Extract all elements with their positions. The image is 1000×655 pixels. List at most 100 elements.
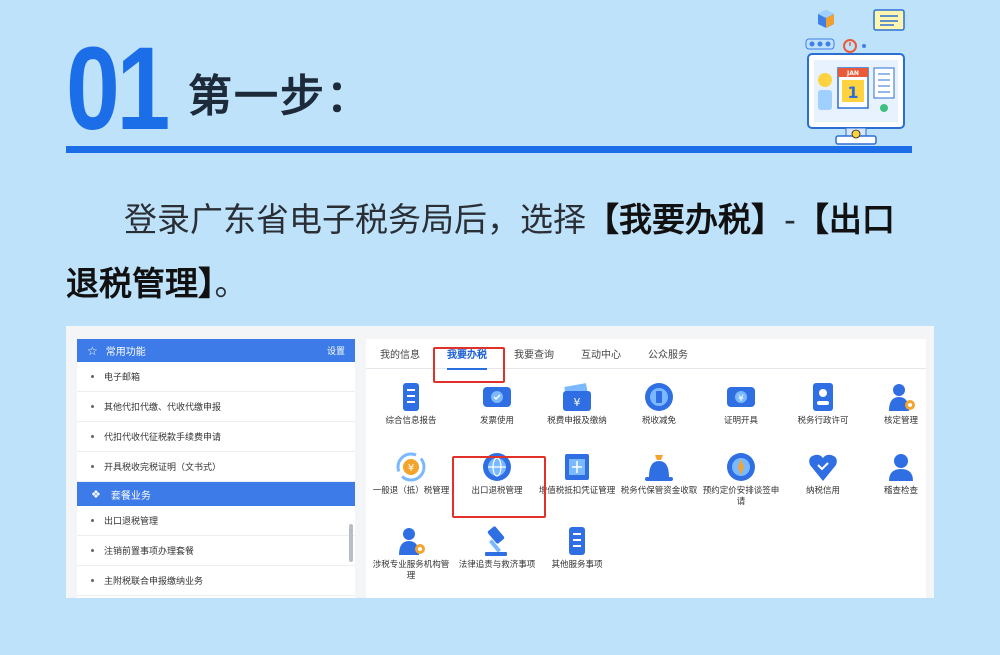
sidebar: ☆ 常用功能 设置 电子邮箱 其他代扣代缴、代收代缴申报 代扣代收代征税款手续费… xyxy=(77,339,355,598)
instruction-suffix: 。 xyxy=(214,264,248,303)
sidebar-item-label: 代扣代收代征税款手续费申请 xyxy=(104,433,222,443)
instruction-separator: - xyxy=(784,200,796,239)
tab-interaction[interactable]: 互动中心 xyxy=(581,339,621,369)
sidebar-item-tax-certificate[interactable]: 开具税收完税证明（文书式） xyxy=(77,452,355,482)
bullet-icon xyxy=(91,519,94,522)
bullet-icon xyxy=(91,435,94,438)
tab-public-service[interactable]: 公众服务 xyxy=(648,339,688,369)
ticket-icon xyxy=(483,387,511,407)
sidebar-section-label: 套餐业务 xyxy=(110,490,151,502)
refund-icon: ¥ xyxy=(396,452,426,482)
bullet-icon xyxy=(91,405,94,408)
bullet-icon xyxy=(91,465,94,468)
svg-text:¥: ¥ xyxy=(574,396,581,409)
service-other[interactable]: 其他服务事项 xyxy=(538,525,616,571)
service-administrative-license[interactable]: 税务行政许可 xyxy=(784,381,862,427)
svg-text:¥: ¥ xyxy=(738,394,744,404)
bullet-icon xyxy=(91,579,94,582)
cube-icon: ❖ xyxy=(91,487,101,501)
svg-text:1: 1 xyxy=(847,83,858,102)
sidebar-item-email[interactable]: 电子邮箱 xyxy=(77,362,355,392)
sidebar-item-label: 其他代扣代缴、代收代缴申报 xyxy=(104,403,222,413)
instruction-highlight-tax: 【我要办税】 xyxy=(586,200,784,239)
service-tax-credit[interactable]: 纳税信用 xyxy=(784,451,862,497)
calendar-monitor-illustration-icon: JAN 1 xyxy=(805,9,905,145)
service-label: 增值税抵扣凭证管理 xyxy=(538,486,616,496)
svg-text:¥: ¥ xyxy=(408,463,414,474)
service-label: 一般退（抵）税管理 xyxy=(372,486,450,496)
inspector-icon xyxy=(889,454,913,481)
sidebar-section-packages[interactable]: ❖ 套餐业务 xyxy=(77,482,355,506)
service-comprehensive-report[interactable]: 综合信息报告 xyxy=(372,381,450,427)
portal-screenshot: ☆ 常用功能 设置 电子邮箱 其他代扣代缴、代收代缴申报 代扣代收代征税款手续费… xyxy=(66,326,934,598)
header-divider xyxy=(66,146,912,153)
service-label: 预约定价安排谈签申请 xyxy=(702,486,780,507)
star-icon: ☆ xyxy=(87,343,98,358)
sidebar-item-deregistration[interactable]: 注销前置事项办理套餐 xyxy=(77,536,355,566)
step-number: 01 xyxy=(66,23,170,155)
gavel-icon xyxy=(485,526,507,556)
sidebar-item-label: 主附税联合申报缴纳业务 xyxy=(104,577,204,587)
service-label: 核定管理 xyxy=(883,416,918,426)
service-vat-voucher[interactable]: 增值税抵扣凭证管理 xyxy=(538,451,616,497)
main-panel: 我的信息 我要办税 我要查询 互动中心 公众服务 综合信息报告 发票使用 ¥ 税… xyxy=(366,339,926,598)
service-invoice-use[interactable]: 发票使用 xyxy=(458,381,536,427)
service-label: 发票使用 xyxy=(479,416,514,426)
service-pricing-arrangement[interactable]: 预约定价安排谈签申请 xyxy=(702,451,780,508)
sidebar-scrollbar[interactable] xyxy=(349,524,353,562)
settings-link[interactable]: 设置 xyxy=(327,344,345,357)
compass-icon xyxy=(727,453,755,481)
tab-my-info[interactable]: 我的信息 xyxy=(380,339,420,369)
service-label: 证明开具 xyxy=(723,416,758,426)
service-declaration-payment[interactable]: ¥ 税费申报及缴纳 xyxy=(538,381,616,427)
sidebar-item-label: 出口退税管理 xyxy=(104,517,159,527)
service-legal-remedy[interactable]: 法律追责与救济事项 xyxy=(458,525,536,571)
service-tax-reduction[interactable]: 税收减免 xyxy=(620,381,698,427)
wallet-icon: ¥ xyxy=(563,383,591,411)
highlight-tab-handle-tax xyxy=(433,347,505,383)
service-label: 涉税专业服务机构管理 xyxy=(372,560,450,581)
tab-query[interactable]: 我要查询 xyxy=(514,339,554,369)
service-general-refund[interactable]: ¥ 一般退（抵）税管理 xyxy=(372,451,450,497)
sidebar-header[interactable]: ☆ 常用功能 设置 xyxy=(77,339,355,362)
service-label: 纳税信用 xyxy=(805,486,840,496)
highlight-export-refund xyxy=(452,456,546,518)
user-gear-icon xyxy=(889,384,915,411)
service-label: 稽查检查 xyxy=(883,486,918,496)
step-title: 第一步： xyxy=(188,71,372,122)
sidebar-header-label: 常用功能 xyxy=(105,347,146,358)
heart-shield-icon xyxy=(809,454,837,481)
service-certificate[interactable]: ¥ 证明开具 xyxy=(702,381,780,427)
list-icon xyxy=(569,527,585,555)
service-fund-custody[interactable]: 税务代保管资金收取 xyxy=(620,451,698,497)
service-label: 税收减免 xyxy=(641,416,676,426)
document-icon xyxy=(403,383,419,411)
service-inspection[interactable]: 稽查检查 xyxy=(862,451,934,497)
svg-text:JAN: JAN xyxy=(846,70,859,77)
service-assessment[interactable]: 核定管理 xyxy=(862,381,934,427)
sidebar-item-withholding[interactable]: 其他代扣代缴、代收代缴申报 xyxy=(77,392,355,422)
sidebar-item-label: 注销前置事项办理套餐 xyxy=(104,547,195,557)
bullet-icon xyxy=(91,375,94,378)
coin-icon xyxy=(645,383,673,411)
sidebar-item-joint-declaration[interactable]: 主附税联合申报缴纳业务 xyxy=(77,566,355,596)
service-label: 税务行政许可 xyxy=(797,416,849,426)
money-bag-icon xyxy=(645,455,673,481)
voucher-icon xyxy=(565,454,589,480)
bullet-icon xyxy=(91,549,94,552)
certificate-icon: ¥ xyxy=(727,387,755,407)
service-label: 其他服务事项 xyxy=(551,560,603,570)
sidebar-item-fee-application[interactable]: 代扣代收代征税款手续费申请 xyxy=(77,422,355,452)
sidebar-item-export-refund[interactable]: 出口退税管理 xyxy=(77,506,355,536)
service-label: 税务代保管资金收取 xyxy=(620,486,698,496)
instruction-prefix: 登录广东省电子税务局后，选择 xyxy=(124,200,586,239)
service-label: 法律追责与救济事项 xyxy=(458,560,536,570)
id-card-icon xyxy=(813,383,833,411)
service-label: 税费申报及缴纳 xyxy=(547,416,607,426)
service-professional-agency[interactable]: 涉税专业服务机构管理 xyxy=(372,525,450,582)
sidebar-item-label: 开具税收完税证明（文书式） xyxy=(104,463,222,473)
service-label: 综合信息报告 xyxy=(385,416,437,426)
agent-gear-icon xyxy=(399,528,425,555)
sidebar-item-label: 电子邮箱 xyxy=(104,373,141,383)
instruction-text: 登录广东省电子税务局后，选择【我要办税】-【出口退税管理】。 xyxy=(66,188,922,316)
